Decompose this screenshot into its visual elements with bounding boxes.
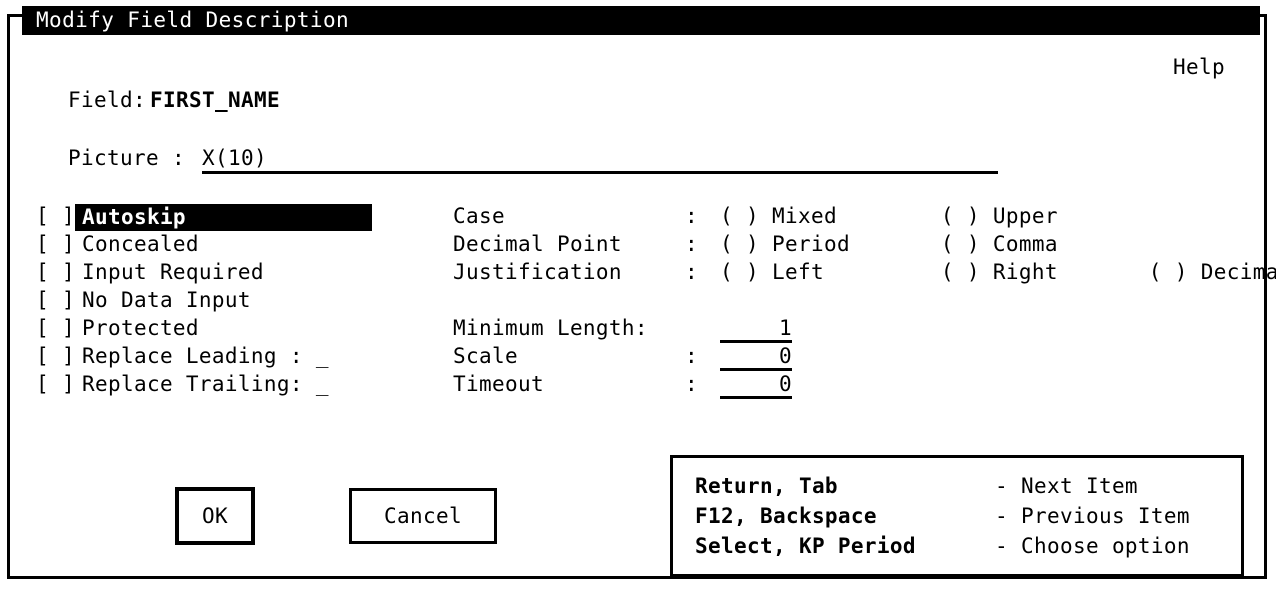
checkbox-row[interactable]: [ ] Replace Leading : _: [36, 343, 372, 371]
checkbox-row[interactable]: [ ] Autoskip: [36, 203, 372, 231]
window-title: Modify Field Description: [36, 8, 350, 32]
ok-button-label: OK: [202, 504, 228, 528]
key-combo-label: Select, KP Period: [695, 534, 916, 558]
radio-label[interactable]: Period: [759, 231, 941, 257]
radio-label[interactable]: Upper: [980, 203, 1058, 229]
radio-label[interactable]: Left: [759, 259, 941, 285]
help-link[interactable]: Help: [1173, 55, 1225, 79]
checkbox-icon[interactable]: [ ]: [36, 259, 75, 285]
checkbox-icon[interactable]: [ ]: [36, 231, 75, 257]
checkbox-icon[interactable]: [ ]: [36, 315, 75, 341]
checkbox-row[interactable]: [ ] No Data Input: [36, 287, 372, 315]
checkbox-char-input[interactable]: _: [303, 343, 329, 369]
value-label: Scale: [453, 344, 518, 368]
option-colon: :: [685, 204, 698, 228]
key-help-row: Select, KP Period - Choose option: [695, 531, 1241, 561]
checkbox-row[interactable]: [ ] Input Required: [36, 259, 372, 287]
picture-input[interactable]: X(10): [202, 146, 998, 174]
radio-label[interactable]: Right: [980, 259, 1149, 285]
checkbox-icon[interactable]: [ ]: [36, 287, 75, 313]
checkbox-label: Replace Leading :: [81, 344, 303, 368]
value-colon: :: [685, 344, 698, 368]
radio-icon[interactable]: ( ): [720, 231, 759, 257]
checkbox-label: No Data Input: [81, 288, 251, 312]
checkbox-icon[interactable]: [ ]: [36, 371, 75, 397]
key-action-label: - Previous Item: [995, 504, 1190, 528]
checkbox-label: Input Required: [81, 260, 264, 284]
key-combo-label: F12, Backspace: [695, 504, 877, 528]
option-label: Decimal Point: [453, 232, 622, 256]
checkbox-row[interactable]: [ ] Replace Trailing: _: [36, 371, 372, 399]
checkbox-label: Replace Trailing:: [81, 372, 303, 396]
radio-icon[interactable]: ( ): [720, 203, 759, 229]
cancel-button[interactable]: Cancel: [349, 488, 497, 544]
checkbox-label: Concealed: [81, 232, 199, 256]
value-input[interactable]: 1: [720, 317, 792, 343]
radio-label[interactable]: Comma: [980, 231, 1058, 257]
checkbox-row[interactable]: [ ] Concealed: [36, 231, 372, 259]
value-input[interactable]: 0: [720, 373, 792, 399]
key-combo-label: Return, Tab: [695, 474, 838, 498]
title-bar: Modify Field Description: [22, 6, 1260, 35]
option-label: Case: [453, 204, 505, 228]
value-colon: :: [685, 372, 698, 396]
key-action-label: - Choose option: [995, 534, 1190, 558]
option-colon: :: [685, 232, 698, 256]
option-row: Case: ( ) Mixed ( ) Upper: [453, 203, 1276, 231]
value-row: Minimum Length: 1: [453, 315, 792, 343]
checkbox-row[interactable]: [ ] Protected: [36, 315, 372, 343]
option-row: Justification: ( ) Left ( ) Right ( ) Dec…: [453, 259, 1276, 287]
radio-icon[interactable]: ( ): [1149, 259, 1188, 285]
field-name-value: FIRST_NAME: [150, 88, 280, 112]
checkbox-label: Autoskip: [74, 204, 372, 231]
checkbox-char-input[interactable]: _: [303, 371, 329, 397]
option-label: Justification: [453, 260, 622, 284]
checkbox-label: Protected: [81, 316, 199, 340]
numeric-value-list: Minimum Length: 1 Scale:0 Timeout:0: [453, 315, 792, 399]
checkbox-icon[interactable]: [ ]: [36, 343, 75, 369]
picture-label: Picture :: [68, 146, 185, 170]
ok-button[interactable]: OK: [175, 487, 255, 545]
value-input[interactable]: 0: [720, 345, 792, 371]
radio-label[interactable]: Mixed: [759, 203, 941, 229]
radio-icon[interactable]: ( ): [941, 259, 980, 285]
radio-label[interactable]: Decimal: [1188, 259, 1276, 285]
key-action-label: - Next Item: [995, 474, 1138, 498]
cancel-button-label: Cancel: [384, 504, 462, 528]
radio-icon[interactable]: ( ): [941, 231, 980, 257]
keyboard-help-box: Return, Tab - Next Item F12, Backspace - Pr…: [670, 455, 1244, 577]
attribute-checkbox-list: [ ] Autoskip[ ] Concealed[ ] Input Required…: [36, 203, 372, 399]
radio-option-list: Case: ( ) Mixed ( ) Upper Decimal Point: ( …: [453, 203, 1276, 287]
option-colon: :: [685, 260, 698, 284]
option-row: Decimal Point: ( ) Period ( ) Comma: [453, 231, 1276, 259]
radio-icon[interactable]: ( ): [941, 203, 980, 229]
radio-icon[interactable]: ( ): [720, 259, 759, 285]
value-label: Timeout: [453, 372, 544, 396]
dialog-window: Help Field: FIRST_NAME Picture : X(10) […: [7, 14, 1276, 579]
field-label: Field:: [68, 88, 146, 112]
value-row: Scale:0: [453, 343, 792, 371]
key-help-row: Return, Tab - Next Item: [695, 471, 1241, 501]
checkbox-icon[interactable]: [ ]: [36, 203, 75, 229]
value-label: Minimum Length:: [453, 316, 648, 340]
key-help-row: F12, Backspace - Previous Item: [695, 501, 1241, 531]
value-row: Timeout:0: [453, 371, 792, 399]
